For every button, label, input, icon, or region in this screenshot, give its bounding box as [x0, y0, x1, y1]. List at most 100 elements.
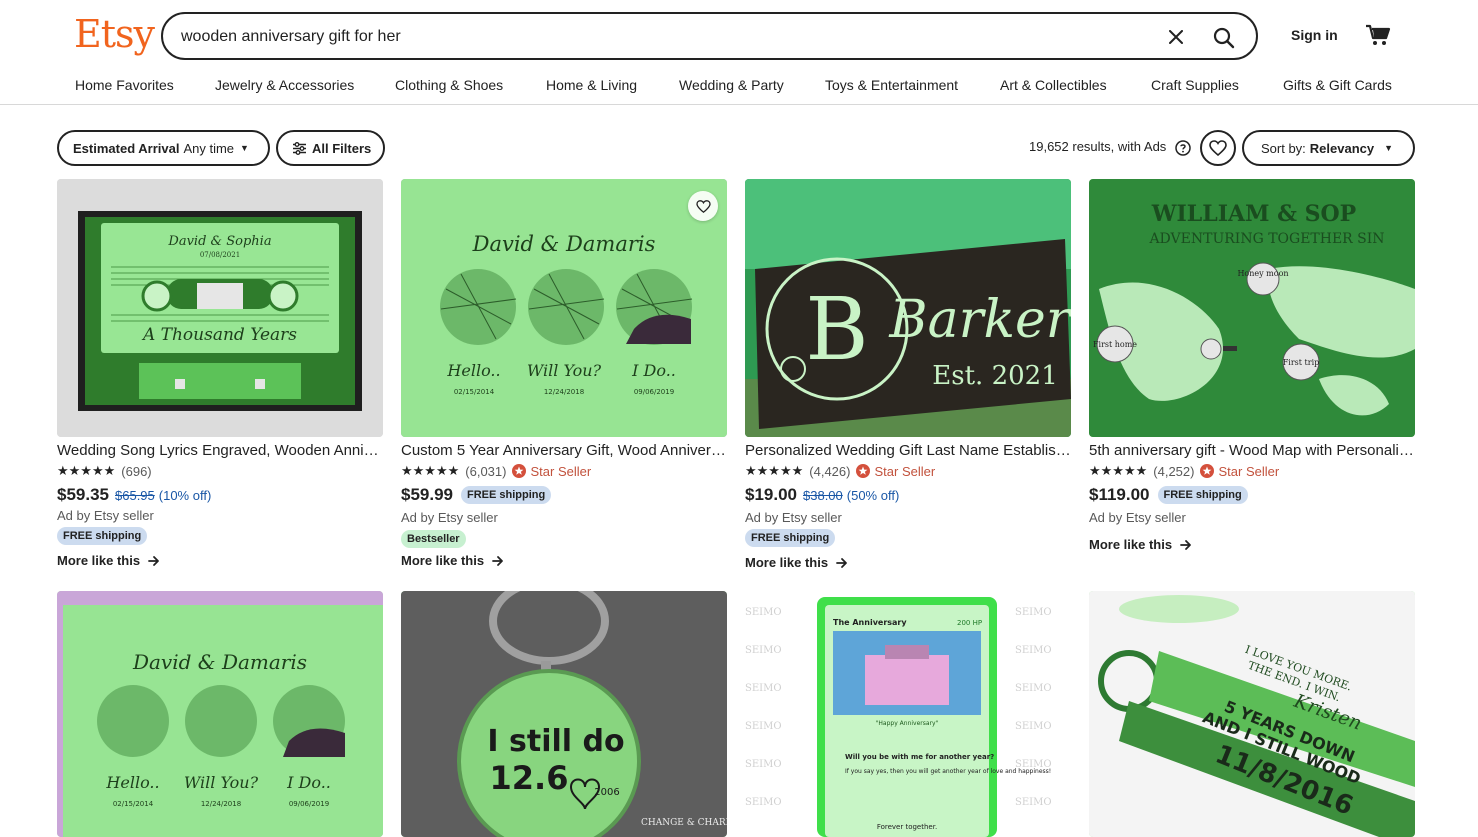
sale-price: $19.00: [745, 485, 797, 504]
more-like-this-link[interactable]: More like this: [745, 555, 848, 570]
product-image[interactable]: David & Damaris Hello.. Will You? I Do..…: [401, 179, 727, 437]
map-names: David & Damaris: [472, 232, 656, 256]
help-circle-icon[interactable]: [1175, 140, 1191, 156]
watermark-text: SEIMO: [1015, 645, 1052, 656]
review-count: (6,031): [465, 463, 507, 479]
search-input[interactable]: [181, 24, 1141, 50]
cassette-date: 07/08/2021: [200, 251, 240, 259]
nav-art-collectibles[interactable]: Art & Collectibles: [1000, 77, 1107, 93]
free-shipping-badge: FREE shipping: [57, 527, 148, 545]
watermark-text: SEIMO: [745, 645, 782, 656]
star-seller-label: Star Seller: [874, 463, 936, 479]
more-like-this-link[interactable]: More like this: [1089, 537, 1192, 552]
product-image[interactable]: WILLIAM & SOP ADVENTURING TOGETHER SIN H…: [1089, 179, 1415, 437]
category-nav: Home Favorites Jewelry & Accessories Clo…: [0, 74, 1478, 98]
site-header: Etsy Sign in Home Favorites Jewelry & Ac…: [0, 0, 1478, 105]
nav-clothing-shoes[interactable]: Clothing & Shoes: [395, 77, 503, 93]
star-seller-badge: Star Seller: [856, 464, 935, 479]
nav-toys-entertainment[interactable]: Toys & Entertainment: [825, 77, 958, 93]
rating-stars: ★★★★★: [401, 463, 460, 478]
product-card[interactable]: I LOVE YOU MORE. THE END. I WIN. Kristen…: [1089, 591, 1415, 837]
cassette-song: A Thousand Years: [141, 325, 297, 345]
worldmap-subtitle: ADVENTURING TOGETHER SIN: [1148, 231, 1384, 247]
more-like-this-link[interactable]: More like this: [401, 553, 504, 568]
review-count: (696): [121, 463, 152, 479]
product-card[interactable]: David & Damaris Hello.. Will You? I Do..…: [401, 179, 727, 579]
save-search-heart-button[interactable]: [1200, 130, 1236, 166]
sign-name: Barker: [888, 290, 1071, 350]
star-seller-label: Star Seller: [530, 463, 592, 479]
product-card[interactable]: B Barker Est. 2021 Personalized Wedding …: [745, 179, 1071, 579]
free-shipping-badge: FREE shipping: [1157, 486, 1248, 504]
product-rating: ★★★★★ (4,426) Star Seller: [745, 463, 935, 479]
product-card[interactable]: WILLIAM & SOP ADVENTURING TOGETHER SIN H…: [1089, 179, 1415, 579]
ad-label: Ad by Etsy seller: [401, 510, 498, 525]
all-filters-label: All Filters: [312, 140, 372, 156]
product-rating: ★★★★★ (696): [57, 463, 152, 479]
map-date-3: 09/06/2019: [634, 388, 674, 396]
pin-label-first-home: First home: [1093, 340, 1137, 349]
pin-label-first-trip: First trip: [1283, 358, 1320, 367]
map-caption-2: Will You?: [527, 361, 602, 380]
product-title[interactable]: Personalized Wedding Gift Last Name Esta…: [745, 442, 1071, 459]
star-seller-badge: Star Seller: [1200, 464, 1279, 479]
product-image[interactable]: B Barker Est. 2021: [745, 179, 1071, 437]
sort-label: Sort by:: [1261, 140, 1306, 156]
card-title: The Anniversary: [833, 618, 907, 627]
pin-label-honeymoon: Honey moon: [1237, 269, 1288, 278]
sale-price: $59.35: [57, 485, 109, 504]
watermark-text: SEIMO: [745, 797, 782, 808]
more-like-this-label: More like this: [401, 553, 485, 568]
price-row: $59.99 FREE shipping: [401, 484, 552, 506]
map-caption-3: I Do..: [631, 361, 676, 380]
estimated-arrival-filter[interactable]: Estimated Arrival Any time ▼: [57, 130, 270, 166]
map-caption-2: Will You?: [184, 773, 259, 792]
product-card[interactable]: I still do 12.6 2006 CHANGE & CHARMS: [401, 591, 727, 837]
review-count: (4,252): [1153, 463, 1195, 479]
product-image[interactable]: David & Sophia 07/08/2021 A Thousand Yea…: [57, 179, 383, 437]
favorite-heart-button[interactable]: [688, 191, 718, 221]
worldmap-names: WILLIAM & SOP: [1151, 201, 1356, 227]
product-image[interactable]: David & Damaris Hello.. Will You? I Do..…: [57, 591, 383, 837]
sign-letter: B: [805, 280, 868, 380]
etsy-logo[interactable]: Etsy: [74, 12, 155, 56]
filter-sliders-icon: [293, 141, 306, 155]
product-rating: ★★★★★ (6,031) Star Seller: [401, 463, 591, 479]
caret-down-icon: ▼: [240, 143, 249, 153]
product-title[interactable]: 5th anniversary gift - Wood Map with Per…: [1089, 442, 1415, 459]
nav-jewelry-accessories[interactable]: Jewelry & Accessories: [215, 77, 354, 93]
product-card[interactable]: David & Sophia 07/08/2021 A Thousand Yea…: [57, 179, 383, 579]
more-like-this-label: More like this: [1089, 537, 1173, 552]
more-like-this-label: More like this: [57, 553, 141, 568]
nav-home-favorites[interactable]: Home Favorites: [75, 77, 174, 93]
review-count: (4,426): [809, 463, 851, 479]
star-seller-icon: [1200, 464, 1215, 478]
product-image[interactable]: I still do 12.6 2006 CHANGE & CHARMS: [401, 591, 727, 837]
cart-icon[interactable]: [1364, 21, 1392, 49]
clear-search-icon[interactable]: [1163, 24, 1189, 50]
star-seller-label: Star Seller: [1218, 463, 1280, 479]
nav-wedding-party[interactable]: Wedding & Party: [679, 77, 784, 93]
sign-in-link[interactable]: Sign in: [1291, 27, 1338, 43]
product-title[interactable]: Wedding Song Lyrics Engraved, Wooden Ann…: [57, 442, 383, 459]
sort-dropdown[interactable]: Sort by: Relevancy ▼: [1242, 130, 1415, 166]
product-image[interactable]: SEIMO SEIMO SEIMO SEIMO SEIMO SEIMO SEIM…: [745, 591, 1071, 837]
product-card[interactable]: SEIMO SEIMO SEIMO SEIMO SEIMO SEIMO SEIM…: [745, 591, 1071, 837]
search-icon[interactable]: [1206, 20, 1242, 56]
all-filters-button[interactable]: All Filters: [276, 130, 385, 166]
more-like-this-link[interactable]: More like this: [57, 553, 160, 568]
heart-icon: [695, 199, 711, 213]
estimated-arrival-value: Any time: [183, 140, 235, 156]
nav-gifts-gift-cards[interactable]: Gifts & Gift Cards: [1283, 77, 1392, 93]
star-seller-icon: [512, 464, 527, 478]
arrow-right-icon: [836, 557, 847, 568]
product-image[interactable]: I LOVE YOU MORE. THE END. I WIN. Kristen…: [1089, 591, 1415, 837]
product-title[interactable]: Custom 5 Year Anniversary Gift, Wood Ann…: [401, 442, 727, 459]
sale-price: $119.00: [1089, 485, 1150, 504]
product-card[interactable]: David & Damaris Hello.. Will You? I Do..…: [57, 591, 383, 837]
nav-home-living[interactable]: Home & Living: [546, 77, 637, 93]
price-row: $19.00 $38.00 (50% off): [745, 484, 899, 506]
nav-craft-supplies[interactable]: Craft Supplies: [1151, 77, 1239, 93]
card-body: If you say yes, then you will get anothe…: [845, 768, 1051, 775]
sign-established: Est. 2021: [932, 361, 1057, 391]
